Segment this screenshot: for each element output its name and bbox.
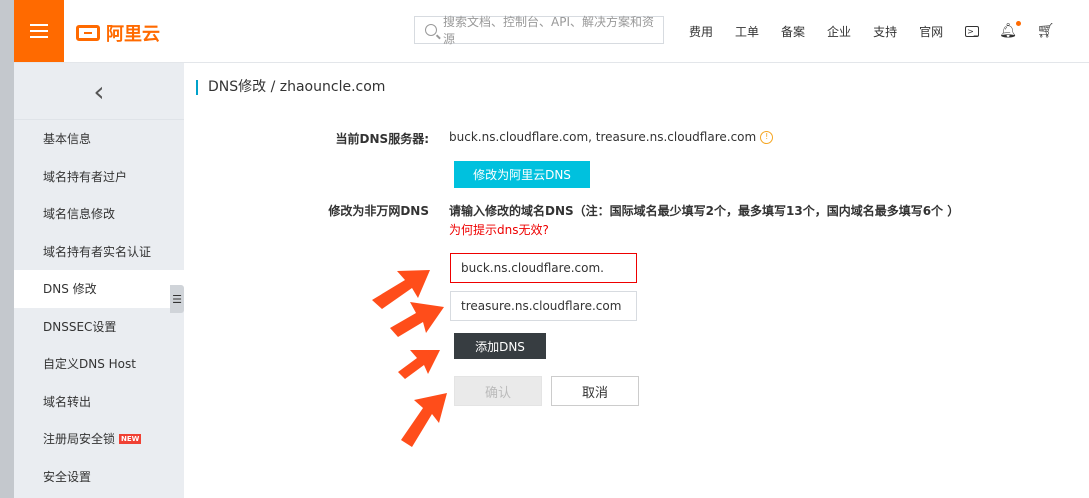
search-icon bbox=[425, 24, 437, 36]
current-dns-value: buck.ns.cloudflare.com, treasure.ns.clou… bbox=[449, 130, 757, 144]
nav-fees[interactable]: 费用 bbox=[689, 23, 713, 40]
sidebar-item-security[interactable]: 安全设置 bbox=[14, 458, 184, 496]
sidebar-item-domain-info-edit[interactable]: 域名信息修改 bbox=[14, 195, 184, 233]
sidebar-item-realname-verify[interactable]: 域名持有者实名认证 bbox=[14, 233, 184, 271]
search-placeholder[interactable]: 搜索文档、控制台、API、解决方案和资源 bbox=[443, 13, 663, 47]
left-edge-strip bbox=[0, 0, 14, 498]
dns-input-2[interactable] bbox=[450, 291, 637, 321]
sidebar-item-dns-edit[interactable]: DNS 修改 bbox=[14, 270, 184, 308]
page-title: DNS修改 / zhaouncle.com bbox=[196, 80, 385, 95]
top-bar: 阿里云 搜索文档、控制台、API、解决方案和资源 费用 工单 备案 企业 支持 … bbox=[14, 0, 1089, 63]
cart-icon[interactable]: 🛒︎ bbox=[1037, 23, 1055, 39]
info-icon[interactable]: ! bbox=[760, 130, 774, 144]
dns-instruction: 请输入修改的域名DNS（注：国际域名最少填写2个，最多填写13个，国内域名最多填… bbox=[449, 204, 960, 218]
add-dns-button[interactable]: 添加DNS bbox=[454, 333, 546, 359]
sidebar-item-registry-lock[interactable]: 注册局安全锁 NEW bbox=[14, 420, 184, 458]
brand-name: 阿里云 bbox=[106, 24, 160, 45]
aliyun-logo-icon bbox=[76, 25, 100, 41]
dns-invalid-help-link[interactable]: 为何提示dns无效? bbox=[449, 221, 549, 238]
chevron-left-icon[interactable]: ‹ bbox=[14, 63, 184, 120]
switch-to-aliyun-dns-button[interactable]: 修改为阿里云DNS bbox=[454, 161, 590, 188]
main-content: DNS修改 / zhaouncle.com 当前DNS服务器: buck.ns.… bbox=[184, 63, 1089, 498]
sidebar-item-owner-transfer[interactable]: 域名持有者过户 bbox=[14, 158, 184, 196]
sidebar-item-custom-dns-host[interactable]: 自定义DNS Host bbox=[14, 345, 184, 383]
nav-tickets[interactable]: 工单 bbox=[735, 23, 759, 40]
non-wanwang-dns-label: 修改为非万网DNS bbox=[328, 204, 429, 218]
sidebar-item-transfer-out[interactable]: 域名转出 bbox=[14, 383, 184, 421]
top-nav: 费用 工单 备案 企业 支持 官网 >_ 🔔︎ 🛒︎ bbox=[689, 0, 1075, 62]
dns-input-1[interactable] bbox=[450, 253, 637, 283]
nav-official-site[interactable]: 官网 bbox=[919, 23, 943, 40]
current-dns-label: 当前DNS服务器: bbox=[335, 132, 429, 146]
sidebar: ‹ 基本信息 域名持有者过户 域名信息修改 域名持有者实名认证 DNS 修改 D… bbox=[14, 63, 184, 498]
nav-icp[interactable]: 备案 bbox=[781, 23, 805, 40]
collapse-sidebar-icon[interactable]: ☰ bbox=[170, 285, 184, 313]
sidebar-item-dnssec[interactable]: DNSSEC设置 bbox=[14, 308, 184, 346]
bell-icon[interactable]: 🔔︎ bbox=[999, 21, 1021, 39]
cancel-button[interactable]: 取消 bbox=[551, 376, 639, 406]
confirm-button[interactable]: 确认 bbox=[454, 376, 542, 406]
nav-enterprise[interactable]: 企业 bbox=[827, 23, 851, 40]
terminal-icon[interactable]: >_ bbox=[965, 25, 980, 37]
sidebar-item-basic-info[interactable]: 基本信息 bbox=[14, 120, 184, 158]
search-box[interactable]: 搜索文档、控制台、API、解决方案和资源 bbox=[414, 13, 664, 47]
menu-icon[interactable] bbox=[14, 0, 64, 62]
current-dns-servers: buck.ns.cloudflare.com, treasure.ns.clou… bbox=[449, 130, 774, 144]
nav-support[interactable]: 支持 bbox=[873, 23, 897, 40]
brand-logo[interactable]: 阿里云 bbox=[76, 20, 160, 46]
new-badge: NEW bbox=[119, 433, 142, 444]
